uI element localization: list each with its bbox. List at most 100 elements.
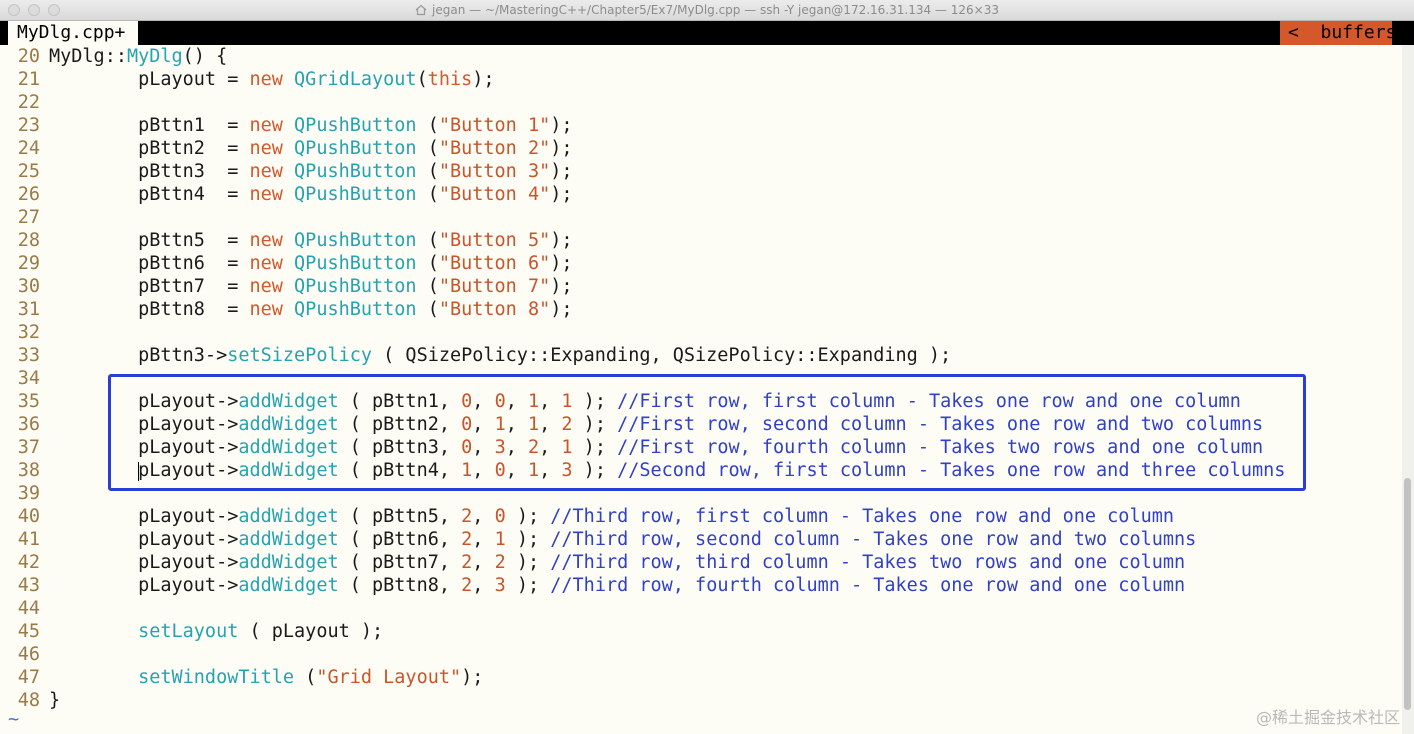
line-number: 35 xyxy=(17,391,40,412)
line-number: 38 xyxy=(17,460,40,481)
code-token: ); xyxy=(550,253,573,274)
close-window-button[interactable] xyxy=(8,4,20,16)
code-text: pBttn4 = new QPushButton ("Button 4"); xyxy=(49,184,572,205)
code-token: 3 xyxy=(494,437,506,458)
code-token: "Grid Layout" xyxy=(316,667,462,688)
code-line[interactable]: 30 pBttn7 = new QPushButton ("Button 7")… xyxy=(0,275,1400,298)
code-text: pLayout->addWidget ( pBttn5, 2, 0 ); //T… xyxy=(49,506,1174,527)
code-line[interactable]: 36 pLayout->addWidget ( pBttn2, 0, 1, 1,… xyxy=(0,413,1400,436)
line-number: 31 xyxy=(17,299,40,320)
code-token: addWidget xyxy=(238,575,339,596)
buffers-indicator: < buffers xyxy=(1280,21,1396,45)
code-line[interactable]: 42 pLayout->addWidget ( pBttn7, 2, 2 ); … xyxy=(0,551,1400,574)
code-line[interactable]: 20 MyDlg::MyDlg() { xyxy=(0,45,1400,68)
code-line[interactable]: 45 setLayout ( pLayout ); xyxy=(0,620,1400,643)
zoom-window-button[interactable] xyxy=(48,4,60,16)
code-line[interactable]: 43 pLayout->addWidget ( pBttn8, 2, 3 ); … xyxy=(0,574,1400,597)
code-line[interactable]: 44 xyxy=(0,597,1400,620)
line-number: 23 xyxy=(17,115,40,136)
code-token: ); xyxy=(550,230,573,251)
code-token: "Button 4" xyxy=(438,184,551,205)
code-token: pLayout-> xyxy=(49,529,239,550)
code-token: ( pBttn1, xyxy=(338,391,462,412)
code-line[interactable]: 40 pLayout->addWidget ( pBttn5, 2, 0 ); … xyxy=(0,505,1400,528)
code-token: 1 xyxy=(494,414,506,435)
line-number: 37 xyxy=(17,437,40,458)
line-number: 27 xyxy=(17,207,40,228)
code-line[interactable]: 25 pBttn3 = new QPushButton ("Button 3")… xyxy=(0,160,1400,183)
code-line[interactable]: 39 xyxy=(0,482,1400,505)
code-token: ); xyxy=(572,437,618,458)
code-token: 3 xyxy=(561,460,573,481)
code-token: "Button 5" xyxy=(438,230,551,251)
scrollbar-thumb[interactable] xyxy=(1404,478,1411,710)
code-line[interactable]: 38 pLayout->addWidget ( pBttn4, 1, 0, 1,… xyxy=(0,459,1400,482)
code-token: this xyxy=(427,69,473,90)
line-number: 28 xyxy=(17,230,40,251)
minimize-window-button[interactable] xyxy=(28,4,40,16)
code-token: "Button 3" xyxy=(438,161,551,182)
code-token: ( pBttn6, xyxy=(338,529,462,550)
code-line[interactable]: 24 pBttn2 = new QPushButton ("Button 2")… xyxy=(0,137,1400,160)
code-token: new xyxy=(249,138,283,159)
code-token: addWidget xyxy=(238,506,339,527)
code-comment: //Second row, first column - Takes one r… xyxy=(617,460,1286,481)
code-token: addWidget xyxy=(238,414,339,435)
code-line[interactable]: 32 xyxy=(0,321,1400,344)
line-number: 25 xyxy=(17,161,40,182)
code-token: QGridLayout xyxy=(294,69,417,90)
code-line[interactable]: 28 pBttn5 = new QPushButton ("Button 5")… xyxy=(0,229,1400,252)
code-token: , xyxy=(472,506,495,527)
code-line[interactable]: 34 xyxy=(0,367,1400,390)
code-token: ); xyxy=(572,391,618,412)
code-token: ( pBttn5, xyxy=(338,506,462,527)
code-token: new xyxy=(249,184,283,205)
code-line[interactable]: 23 pBttn1 = new QPushButton ("Button 1")… xyxy=(0,114,1400,137)
code-token: ( pBttn4, xyxy=(338,460,462,481)
code-token: 0 xyxy=(461,437,473,458)
code-line[interactable]: 41 pLayout->addWidget ( pBttn6, 2, 1 ); … xyxy=(0,528,1400,551)
code-token: QPushButton xyxy=(294,184,417,205)
line-number: 32 xyxy=(17,322,40,343)
code-line[interactable]: 37 pLayout->addWidget ( pBttn3, 0, 3, 2,… xyxy=(0,436,1400,459)
code-line[interactable]: 22 xyxy=(0,91,1400,114)
code-comment: //Third row, second column - Takes one r… xyxy=(550,529,1197,550)
code-editor[interactable]: 20 MyDlg::MyDlg() {21 pLayout = new QGrid… xyxy=(0,45,1400,729)
code-token: pBttn1 = xyxy=(49,115,250,136)
code-token: setWindowTitle xyxy=(138,667,295,688)
code-text: pLayout->addWidget ( pBttn1, 0, 0, 1, 1 … xyxy=(49,391,1241,412)
code-token: , xyxy=(472,529,495,550)
code-line[interactable]: 29 pBttn6 = new QPushButton ("Button 6")… xyxy=(0,252,1400,275)
code-line[interactable]: 21 pLayout = new QGridLayout(this); xyxy=(0,68,1400,91)
code-token: ); xyxy=(550,276,573,297)
code-comment: //Third row, third column - Takes two ro… xyxy=(550,552,1186,573)
code-text: pBttn6 = new QPushButton ("Button 6"); xyxy=(49,253,573,274)
code-token: pBttn5 = xyxy=(49,230,250,251)
code-line[interactable]: 47 setWindowTitle ("Grid Layout"); xyxy=(0,666,1400,689)
line-number: 26 xyxy=(17,184,40,205)
code-line[interactable]: 35 pLayout->addWidget ( pBttn1, 0, 0, 1,… xyxy=(0,390,1400,413)
code-token: 3 xyxy=(494,575,506,596)
line-number: 42 xyxy=(17,552,40,573)
code-line[interactable]: 27 xyxy=(0,206,1400,229)
code-line[interactable]: 33 pBttn3->setSizePolicy ( QSizePolicy::… xyxy=(0,344,1400,367)
code-token: 1 xyxy=(461,460,473,481)
tab-mydlg-cpp[interactable]: MyDlg.cpp+ xyxy=(8,21,138,45)
code-token: ( xyxy=(416,115,439,136)
code-line[interactable]: 31 pBttn8 = new QPushButton ("Button 8")… xyxy=(0,298,1400,321)
code-line[interactable]: 26 pBttn4 = new QPushButton ("Button 4")… xyxy=(0,183,1400,206)
code-token: ); xyxy=(505,575,551,596)
code-text: pBttn5 = new QPushButton ("Button 5"); xyxy=(49,230,573,251)
code-token: QPushButton xyxy=(294,299,417,320)
line-number: 22 xyxy=(17,92,40,113)
code-line[interactable]: 46 xyxy=(0,643,1400,666)
code-line[interactable]: 48} xyxy=(0,689,1400,712)
code-token: ); xyxy=(550,299,573,320)
code-token: , xyxy=(472,414,495,435)
code-token: , xyxy=(505,391,528,412)
code-token: pBttn4 = xyxy=(49,184,250,205)
code-token: ( pBttn2, xyxy=(338,414,462,435)
